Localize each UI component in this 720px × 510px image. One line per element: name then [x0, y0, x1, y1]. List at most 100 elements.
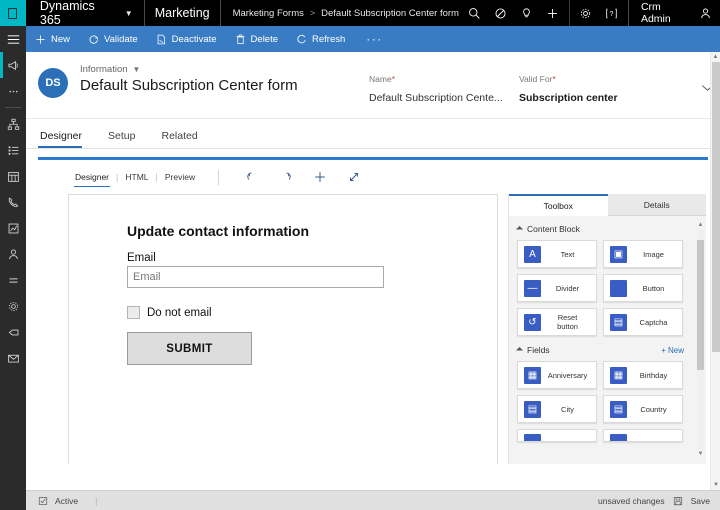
save-button[interactable]: Save — [691, 496, 710, 506]
scroll-up-arrow-icon[interactable]: ▲ — [697, 222, 704, 229]
toolbox-card-birthday[interactable]: ▦ Birthday — [603, 361, 683, 389]
hamburger-icon[interactable] — [0, 26, 26, 52]
scroll-thumb[interactable] — [697, 240, 704, 370]
search-icon[interactable] — [462, 0, 488, 26]
toolbox-card-button[interactable]: Button — [603, 274, 683, 302]
refresh-button[interactable]: Refresh — [287, 26, 354, 52]
tab-related[interactable]: Related — [159, 130, 207, 148]
top-navigation-actions: ? Crm Admin — [459, 0, 720, 26]
toolbox-card-anniversary[interactable]: ▦ Anniversary — [517, 361, 597, 389]
add-icon[interactable] — [540, 0, 566, 26]
settings-gear-icon[interactable] — [573, 0, 599, 26]
card-label: Anniversary — [547, 371, 596, 380]
page-scroll-thumb[interactable] — [712, 62, 720, 352]
new-field-button[interactable]: + New — [661, 346, 684, 355]
lightbulb-icon[interactable] — [514, 0, 540, 26]
sidebar-item-events[interactable] — [0, 163, 26, 189]
validate-icon — [88, 34, 99, 45]
form-canvas[interactable]: Update contact information Email Do not … — [68, 194, 498, 464]
header-field-validfor-value[interactable]: Subscription center — [519, 92, 694, 104]
sidebar-item-lists[interactable] — [0, 267, 26, 293]
sidebar-item-analytics[interactable] — [0, 215, 26, 241]
deactivate-button[interactable]: Deactivate — [147, 26, 226, 52]
card-label: Country — [633, 405, 682, 414]
page-scroll-down-arrow-icon[interactable]: ▼ — [711, 480, 720, 490]
sidebar-item-recent[interactable] — [0, 52, 26, 78]
do-not-email-checkbox[interactable] — [127, 306, 140, 319]
validate-button[interactable]: Validate — [79, 26, 147, 52]
status-right: unsaved changes Save — [598, 496, 720, 506]
designer-mode-designer[interactable]: Designer — [68, 172, 116, 182]
label-text: Name — [369, 74, 392, 84]
toolbox-scrollbar[interactable]: ▲ ▼ — [697, 222, 704, 458]
breadcrumb: Marketing Forms > Default Subscription C… — [221, 8, 459, 19]
do-not-email-row[interactable]: Do not email — [127, 306, 497, 319]
collapse-triangle-icon — [516, 225, 523, 232]
email-input[interactable] — [127, 266, 384, 288]
help-icon[interactable]: ? — [599, 0, 625, 26]
waffle-glyph — [8, 8, 17, 19]
app-name-marketing[interactable]: Marketing — [144, 0, 221, 26]
dynamics-365-marketing-form-designer: Dynamics 365 ▼ Marketing Marketing Forms… — [0, 0, 720, 510]
sidebar-item-segments[interactable] — [0, 137, 26, 163]
top-navigation-bar: Dynamics 365 ▼ Marketing Marketing Forms… — [0, 0, 720, 26]
toolbox-card-divider[interactable]: — Divider — [517, 274, 597, 302]
waffle-icon[interactable] — [0, 0, 26, 26]
toolbox-card-text[interactable]: A Text — [517, 240, 597, 268]
delete-button[interactable]: Delete — [226, 26, 287, 52]
sidebar-item-phone[interactable] — [0, 189, 26, 215]
designer-mode-preview[interactable]: Preview — [158, 172, 202, 182]
save-icon[interactable] — [673, 496, 683, 506]
filter-assistant-icon[interactable] — [488, 0, 514, 26]
user-account[interactable]: Crm Admin — [628, 0, 720, 26]
sidebar-item-more[interactable] — [0, 78, 26, 104]
section-header-left: Fields — [517, 345, 550, 355]
toolbox-card-country[interactable]: ▤ Country — [603, 395, 683, 423]
sidebar-item-contacts[interactable] — [0, 241, 26, 267]
toolbox-card-city[interactable]: ▤ City — [517, 395, 597, 423]
divider-icon: — — [524, 280, 541, 297]
tab-toolbox[interactable]: Toolbox — [509, 194, 608, 216]
scroll-track[interactable] — [697, 230, 704, 450]
sidebar-item-tag[interactable] — [0, 319, 26, 345]
toolbox-card-reset-button[interactable]: ↺ Reset button — [517, 308, 597, 336]
section-title: Fields — [527, 345, 550, 355]
add-icon[interactable] — [303, 164, 337, 190]
tab-setup[interactable]: Setup — [106, 130, 145, 148]
entity-label: Information — [80, 64, 128, 75]
redo-icon[interactable] — [269, 164, 303, 190]
rail-divider — [5, 107, 21, 108]
designer-mode-html[interactable]: HTML — [118, 172, 155, 182]
tab-details[interactable]: Details — [608, 194, 707, 216]
toolbox-section-fields-header[interactable]: Fields + New — [517, 345, 696, 355]
card-label: Button — [633, 284, 682, 293]
expand-icon[interactable] — [337, 164, 371, 190]
page-scrollbar[interactable]: ▲ ▼ — [710, 52, 720, 490]
sidebar-item-settings[interactable] — [0, 293, 26, 319]
page-scroll-up-arrow-icon[interactable]: ▲ — [711, 52, 720, 62]
header-field-name-label: Name* — [369, 74, 519, 84]
breadcrumb-parent[interactable]: Marketing Forms — [233, 8, 304, 19]
entity-selector[interactable]: Information ▼ — [80, 64, 298, 75]
toolbox-tabs: Toolbox Details — [509, 194, 706, 216]
scroll-down-arrow-icon[interactable]: ▼ — [697, 451, 704, 458]
header-field-name-value[interactable]: Default Subscription Cente... — [369, 92, 519, 104]
status-bar-corner — [0, 490, 26, 510]
toolbar-divider — [218, 170, 219, 185]
toolbox-section-content-block-header[interactable]: Content Block — [517, 224, 696, 234]
brand-dynamics-365[interactable]: Dynamics 365 ▼ — [26, 0, 144, 26]
toolbox-card-image[interactable]: ▣ Image — [603, 240, 683, 268]
card-label: Divider — [547, 284, 596, 293]
sidebar-item-journeys[interactable] — [0, 111, 26, 137]
record-tabs: Designer Setup Related — [26, 119, 720, 149]
tab-designer[interactable]: Designer — [38, 130, 92, 148]
toolbox-card-captcha[interactable]: ▤ Captcha — [603, 308, 683, 336]
toolbox-card-next-right[interactable] — [603, 429, 683, 442]
toolbox-card-next-left[interactable] — [517, 429, 597, 442]
command-overflow-button[interactable]: ··· — [354, 26, 395, 52]
submit-button[interactable]: SUBMIT — [127, 332, 252, 365]
plus-icon — [35, 34, 46, 45]
sidebar-item-forms[interactable] — [0, 345, 26, 371]
new-button[interactable]: New — [26, 26, 79, 52]
undo-icon[interactable] — [235, 164, 269, 190]
